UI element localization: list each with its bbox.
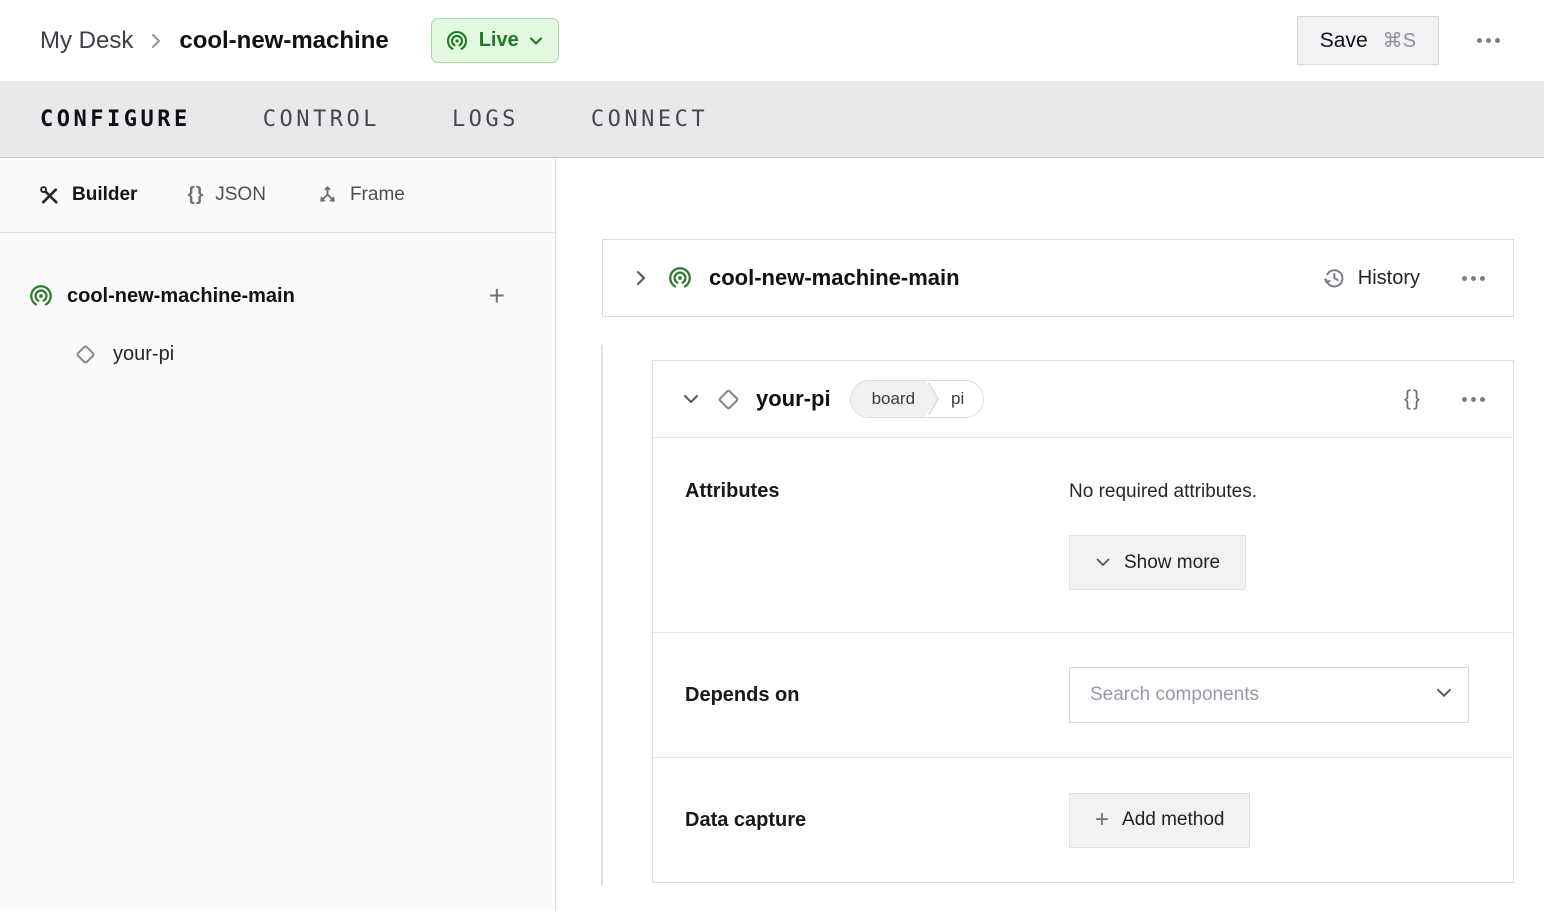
chevron-right-icon [148,30,164,52]
component-card: your-pi board pi {} Attributes No requir… [652,360,1514,883]
save-label: Save [1319,28,1368,52]
top-bar: My Desk cool-new-machine Live Save ⌘S [0,0,1544,81]
component-diamond-icon [716,387,741,412]
history-clock-icon [1322,266,1346,290]
save-shortcut: ⌘S [1382,30,1416,52]
attributes-empty-text: No required attributes. [1069,481,1257,502]
collapse-chevron-down-icon[interactable] [681,389,701,409]
chevron-down-icon [529,36,543,46]
depends-on-select [1069,667,1469,723]
component-type-tag: board [851,381,937,417]
history-button[interactable]: History [1322,266,1420,290]
tree-item-component[interactable]: your-pi [0,331,555,377]
mode-json[interactable]: {} JSON [187,184,265,206]
show-more-label: Show more [1124,551,1221,573]
add-method-label: Add method [1122,809,1225,830]
breadcrumb-parent-link[interactable]: My Desk [40,27,133,55]
mode-builder[interactable]: Builder [38,184,137,207]
tab-control[interactable]: CONTROL [263,107,380,132]
component-card-header: your-pi board pi {} [653,361,1513,438]
live-label: Live [478,29,519,51]
show-more-button[interactable]: Show more [1069,535,1247,590]
component-json-icon[interactable]: {} [1404,387,1422,411]
machine-part-menu-icon[interactable] [1462,275,1485,281]
more-options-icon[interactable] [1477,38,1500,43]
tree-component-name: your-pi [113,342,175,365]
tab-connect[interactable]: CONNECT [591,107,708,132]
tools-icon [38,184,61,207]
plus-icon: + [1095,806,1110,833]
data-capture-label: Data capture [685,808,807,831]
component-menu-icon[interactable] [1462,396,1485,402]
attributes-label: Attributes [685,480,780,502]
history-label: History [1357,266,1420,289]
attributes-section: Attributes No required attributes. Show … [653,438,1513,633]
depends-on-section: Depends on [653,633,1513,758]
expand-chevron-right-icon[interactable] [631,268,651,288]
data-capture-section: Data capture + Add method [653,758,1513,882]
mode-frame[interactable]: Frame [316,184,405,207]
machine-part-card-title: cool-new-machine-main [709,265,960,290]
broadcast-icon [445,29,469,53]
mode-json-label: JSON [215,184,266,205]
machine-part-icon [28,283,54,309]
component-model-tag: pi [940,381,984,417]
component-card-title: your-pi [756,386,831,411]
breadcrumb-current: cool-new-machine [179,26,389,54]
component-diamond-icon [74,343,97,366]
tab-configure[interactable]: CONFIGURE [40,107,191,132]
machine-tree: cool-new-machine-main + your-pi [0,233,555,377]
chevron-down-icon [1095,557,1111,568]
main-tab-bar: CONFIGURE CONTROL LOGS CONNECT [0,81,1544,158]
add-component-icon[interactable]: + [489,282,505,310]
machine-part-card: cool-new-machine-main History [602,239,1514,317]
braces-icon: {} [187,184,205,205]
search-components-input[interactable] [1069,667,1469,723]
depends-on-label: Depends on [685,683,800,706]
add-method-button[interactable]: + Add method [1069,792,1251,848]
configure-main-panel: cool-new-machine-main History your-pi bo… [556,158,1544,911]
component-type-model-badge: board pi [849,380,985,418]
frame-axes-icon [316,184,339,207]
save-button[interactable]: Save ⌘S [1296,16,1439,65]
tree-indent-guide [601,345,603,886]
live-status-dropdown[interactable]: Live [430,18,559,63]
topbar-actions: Save ⌘S [1296,16,1500,65]
tree-machine-name: cool-new-machine-main [67,284,295,307]
mode-frame-label: Frame [349,184,405,205]
configure-sidebar: Builder {} JSON Frame cool-new-machine-m… [0,158,556,911]
mode-builder-label: Builder [72,184,138,205]
view-mode-switcher: Builder {} JSON Frame [0,158,555,233]
tree-item-machine-part[interactable]: cool-new-machine-main + [0,271,555,321]
tab-logs[interactable]: LOGS [452,107,519,132]
breadcrumb: My Desk cool-new-machine [40,27,389,55]
machine-part-icon [667,265,693,291]
